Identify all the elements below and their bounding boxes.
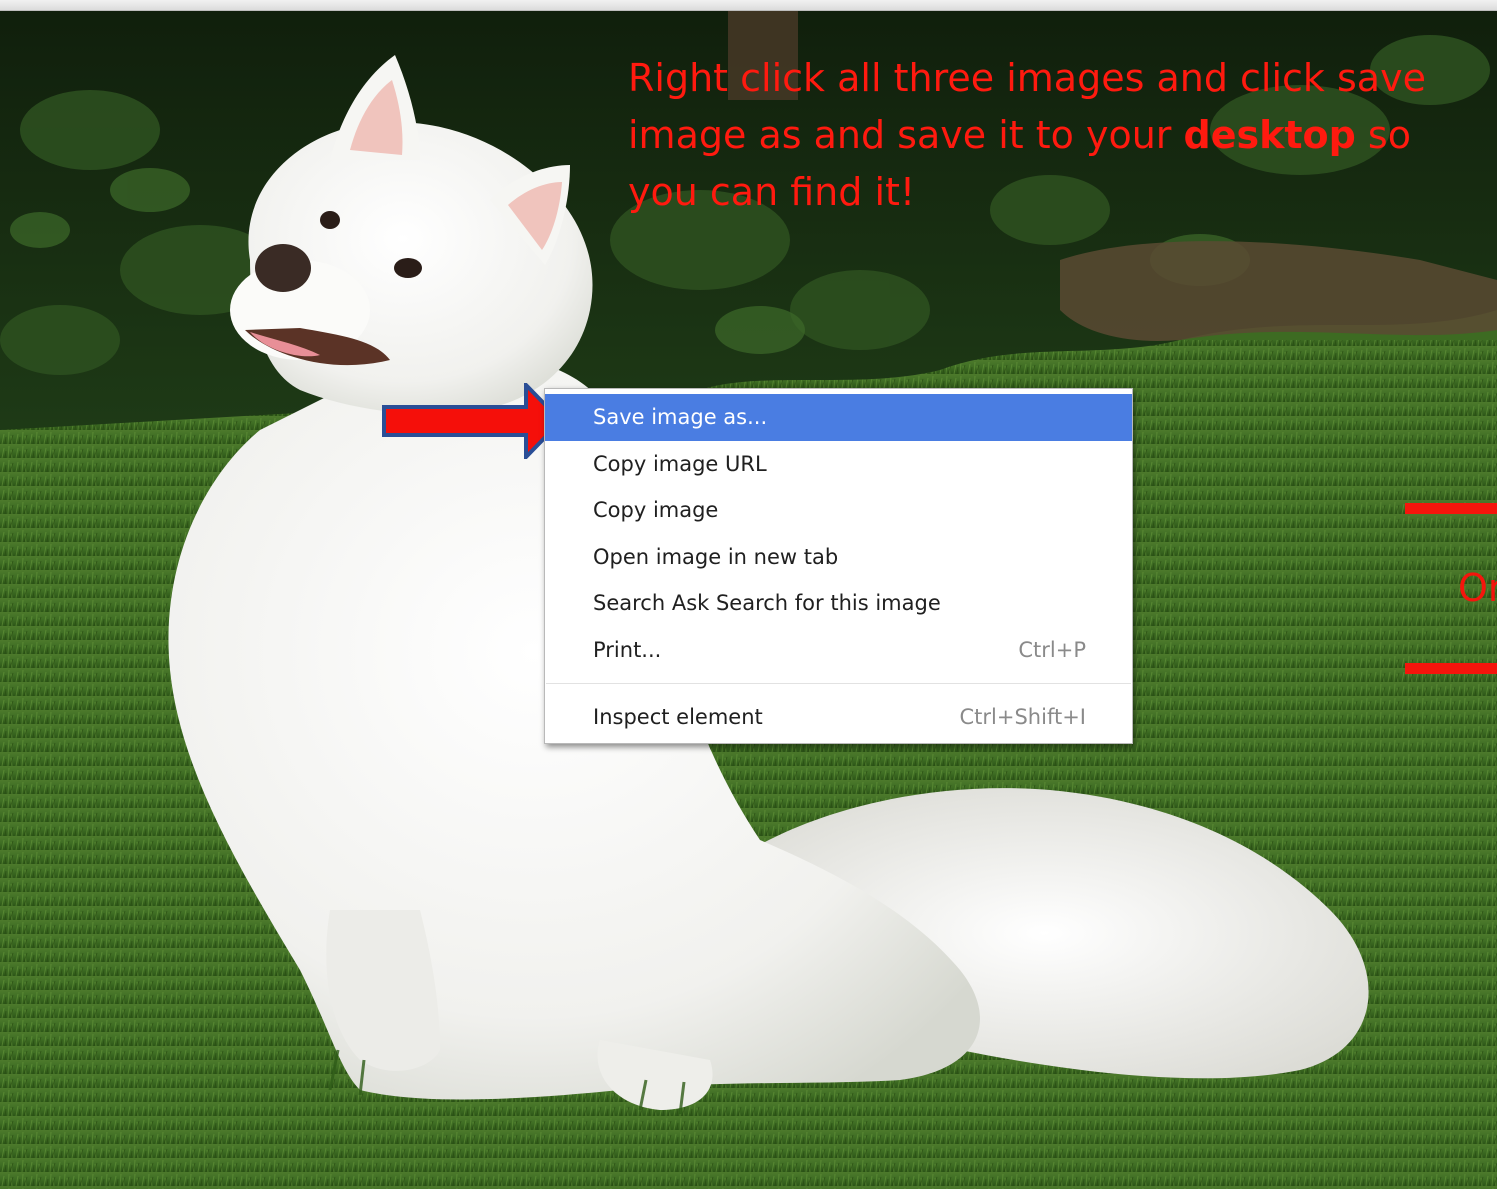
edge-annotation-text: Or — [1458, 566, 1497, 610]
instruction-text-emphasis: desktop — [1183, 113, 1356, 157]
image-context-menu: Save image as... Copy image URL Copy ima… — [544, 388, 1133, 744]
browser-top-edge — [0, 0, 1497, 11]
menu-item-label: Print... — [593, 637, 662, 662]
menu-item-label: Inspect element — [593, 705, 763, 729]
instruction-text: Right click all three images and click s… — [628, 50, 1488, 221]
red-bar-annotation-top — [1405, 503, 1497, 514]
menu-item-search-for-image[interactable]: Search Ask Search for this image — [545, 580, 1132, 627]
menu-item-label: Open image in new tab — [593, 544, 839, 569]
screenshot-stage: Right click all three images and click s… — [0, 0, 1497, 1189]
menu-item-shortcut: Ctrl+Shift+I — [959, 705, 1086, 729]
menu-item-copy-image-url[interactable]: Copy image URL — [545, 441, 1132, 488]
menu-item-print[interactable]: Print... Ctrl+P — [545, 627, 1132, 674]
menu-item-shortcut: Ctrl+P — [1018, 637, 1086, 662]
menu-item-label: Copy image URL — [593, 451, 767, 476]
menu-item-save-image-as[interactable]: Save image as... — [545, 394, 1132, 441]
red-bar-annotation-bottom — [1405, 663, 1497, 674]
menu-item-label: Search Ask Search for this image — [593, 591, 941, 615]
menu-item-copy-image[interactable]: Copy image — [545, 487, 1132, 534]
red-arrow-annotation — [382, 383, 564, 459]
menu-item-label: Copy image — [593, 498, 719, 522]
menu-separator — [546, 683, 1131, 684]
menu-item-label: Save image as... — [593, 405, 768, 429]
menu-item-inspect-element[interactable]: Inspect element Ctrl+Shift+I — [545, 694, 1132, 741]
menu-item-open-image-in-new-tab[interactable]: Open image in new tab — [545, 534, 1132, 581]
